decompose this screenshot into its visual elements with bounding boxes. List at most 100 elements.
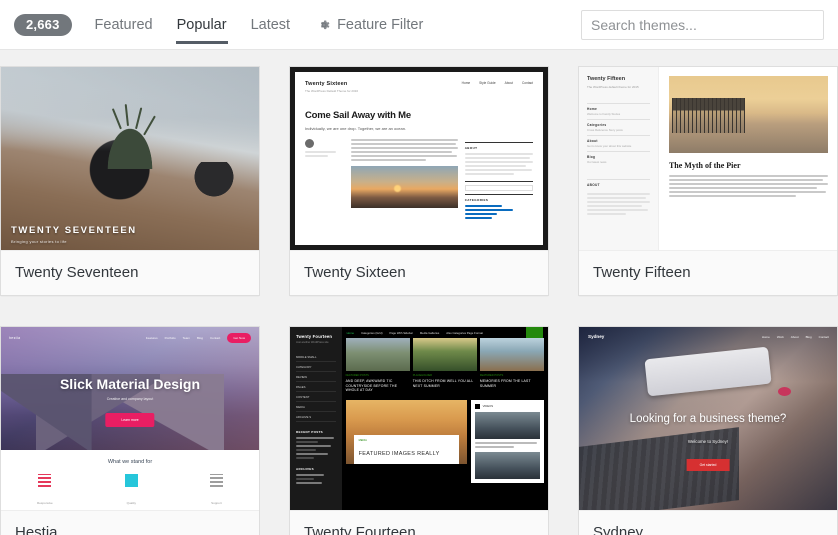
preview-nav-item: Also Categories Page Format (446, 330, 483, 335)
theme-card-hestia[interactable]: hestia Features Portfolio Team Blog Cont… (0, 326, 260, 535)
preview-menu-item: ARCHIVE S (296, 412, 336, 422)
preview-subtitle: Bringing your stories to life (11, 239, 67, 244)
preview-art (1, 67, 259, 250)
theme-count-badge: 2,663 (14, 13, 72, 36)
preview-nav-item: Categories (Grid) (361, 330, 383, 335)
preview-post-title: MEMORIES FROM THE LAST SUMMER (479, 379, 531, 388)
preview-nav-item: Media Galleries (419, 330, 440, 335)
preview-tagline: The WordPress Default Theme for 2016 (305, 89, 359, 93)
preview-sidebar-heading: ABOUT (587, 182, 600, 187)
preview-nav-item: About (504, 81, 513, 85)
theme-screenshot[interactable]: Sydney Home Work About Blog Contact Look… (579, 327, 837, 510)
preview-sidebar-heading: CATEGORIES (464, 198, 489, 202)
preview-headline: Slick Material Design (59, 376, 201, 393)
preview-sidebar-heading: RECENT POSTS (296, 430, 323, 434)
preview-menu-sub: Our latest news (587, 159, 607, 164)
preview-feature-label: Responsive (37, 500, 53, 505)
preview-feature: Quality (124, 473, 138, 509)
preview-menu: MIDDLE SMALL CATEGORY REVIEW PAGES CONTE… (296, 352, 336, 422)
preview-nav-item: Portfolio (164, 336, 176, 340)
theme-browser-toolbar: 2,663 Featured Popular Latest Feature Fi… (0, 0, 838, 50)
theme-grid: TWENTY SEVENTEEN Bringing your stories t… (0, 50, 838, 535)
preview-nav-item: Home (761, 335, 770, 339)
theme-card-twenty-sixteen[interactable]: Twenty Sixteen The WordPress Default The… (289, 66, 549, 296)
support-icon (209, 473, 223, 487)
preview-sidebar-heading: ARCHIVES (296, 467, 314, 471)
tab-featured[interactable]: Featured (94, 4, 154, 46)
preview-logo: Sydney (588, 334, 605, 339)
preview-nav-item: About (790, 335, 799, 339)
preview-post-title: FEATURED IMAGES REALLY (358, 450, 440, 457)
theme-screenshot[interactable]: Twenty Fifteen The WordPress default the… (579, 67, 837, 250)
gear-icon (317, 18, 331, 32)
preview-hero: hestia Features Portfolio Team Blog Cont… (1, 327, 259, 450)
preview-menu-label: Categories (587, 122, 607, 127)
preview-nav-item: Features (145, 336, 158, 340)
preview-button: Learn more (105, 412, 155, 427)
preview-menu-item: CATEGORY (296, 362, 336, 372)
preview-menu-item: PAGES (296, 382, 336, 392)
theme-title: Sydney (579, 510, 837, 535)
search-input[interactable] (581, 9, 824, 40)
preview-nav-item: Blog (805, 335, 812, 339)
preview-nav-item: Contact (522, 81, 533, 85)
preview-headline: Looking for a business theme? (629, 413, 787, 425)
tab-popular[interactable]: Popular (175, 4, 228, 46)
preview-title: TWENTY SEVENTEEN (11, 225, 137, 236)
theme-screenshot[interactable]: Twenty Sixteen The WordPress Default The… (290, 67, 548, 250)
preview-menu-label: About (587, 138, 598, 143)
preview-accent-block (526, 327, 543, 338)
feature-filter-label: Feature Filter (337, 16, 424, 33)
preview-headline: Come Sail Away with Me (305, 110, 411, 121)
theme-screenshot[interactable]: hestia Features Portfolio Team Blog Cont… (1, 327, 259, 510)
theme-card-twenty-fourteen[interactable]: Twenty Fourteen Just another WordPress s… (289, 326, 549, 535)
preview-category: FEATURED POSTS (479, 374, 504, 377)
preview-menu-item: MEDIA (296, 402, 336, 412)
theme-title: Twenty Fourteen (290, 510, 548, 535)
preview-category: PLACEHOLDER (412, 374, 433, 377)
preview-category: MEDIA (358, 438, 367, 442)
preview-subtitle: Creative and company layout (106, 396, 154, 401)
preview-nav: Home Work About Blog Contact (762, 335, 829, 339)
preview-post-title: AND DEEP, AWKWARD TIC COUNTRYSIDE BEFORE… (345, 379, 398, 393)
preview-menu-sub: Cross Reference Story posts (587, 127, 623, 132)
preview-featured-post: FEATURED POSTS AND DEEP, AWKWARD TIC COU… (345, 338, 410, 393)
preview-tagline: Just another WordPress site (296, 341, 329, 344)
preview-button: Get started (686, 458, 730, 471)
preview-sidebar-widget: VIDEOS (470, 399, 544, 483)
preview-featured-post: PLACEHOLDER THIS DITCH FROM WELL YOU ALL… (412, 338, 477, 393)
preview-nav-item: Contact (818, 335, 829, 339)
preview-nav: Home Style Guide About Contact (462, 81, 533, 85)
feature-filter-button[interactable]: Feature Filter (317, 17, 423, 33)
preview-nav: Home Categories (Grid) Page With Sidebar… (341, 327, 548, 338)
preview-menu-item: Home Welcome to Family Stories (587, 102, 650, 119)
preview-menu-item: MIDDLE SMALL (296, 352, 336, 362)
theme-screenshot[interactable]: Twenty Fourteen Just another WordPress s… (290, 327, 548, 510)
preview-menu-item: REVIEW (296, 372, 336, 382)
preview-lede: Individually, we are one drop. Together,… (305, 126, 407, 131)
preview-feature-label: Quality (126, 500, 136, 505)
preview-section-title: What we stand for (107, 458, 153, 465)
preview-category: FEATURED POSTS (345, 374, 369, 377)
theme-title: Twenty Sixteen (290, 250, 548, 295)
search-themes-wrap (581, 9, 824, 40)
theme-card-twenty-seventeen[interactable]: TWENTY SEVENTEEN Bringing your stories t… (0, 66, 260, 296)
quality-icon (124, 473, 138, 487)
preview-menu-label: Home (587, 106, 598, 111)
preview-nav-item: Home (346, 330, 355, 335)
theme-title: Twenty Fifteen (579, 250, 837, 295)
theme-card-twenty-fifteen[interactable]: Twenty Fifteen The WordPress default the… (578, 66, 838, 296)
preview-tagline: The WordPress default theme for 2015 (587, 85, 639, 89)
preview-widget-heading: VIDEOS (482, 404, 494, 409)
preview-featured-post: FEATURED POSTS MEMORIES FROM THE LAST SU… (479, 338, 545, 393)
avatar (305, 139, 314, 148)
preview-brand: Twenty Fifteen (587, 76, 626, 82)
preview-photo (668, 76, 828, 153)
theme-card-sydney[interactable]: Sydney Home Work About Blog Contact Look… (578, 326, 838, 535)
preview-feature: Responsive (37, 473, 53, 509)
tab-latest[interactable]: Latest (250, 4, 292, 46)
preview-post-title: THIS DITCH FROM WELL YOU ALL NEXT SUMMER (412, 379, 474, 388)
preview-menu-label: Blog (587, 154, 596, 159)
theme-screenshot[interactable]: TWENTY SEVENTEEN Bringing your stories t… (1, 67, 259, 250)
theme-title: Twenty Seventeen (1, 250, 259, 295)
